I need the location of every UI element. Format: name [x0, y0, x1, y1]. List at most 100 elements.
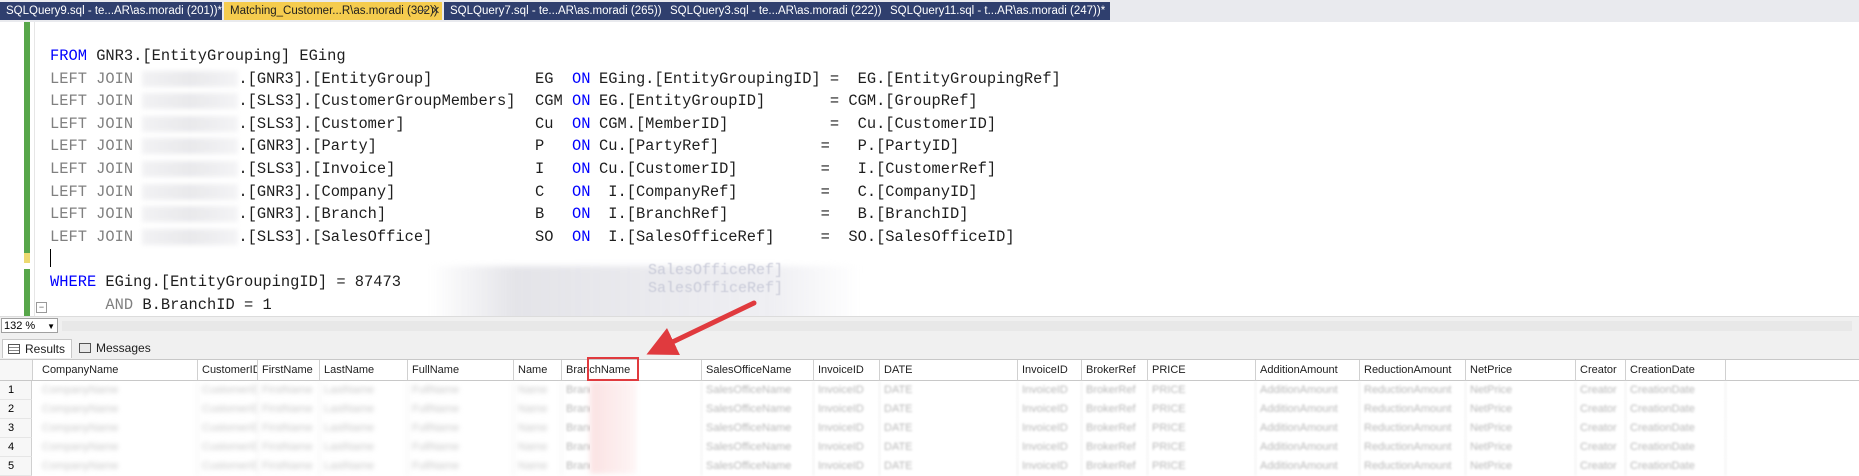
- table-cell[interactable]: InvoiceID: [1018, 400, 1082, 419]
- table-cell[interactable]: InvoiceID: [814, 457, 880, 476]
- table-cell[interactable]: InvoiceID: [1018, 438, 1082, 457]
- chevron-down-icon[interactable]: ▼: [47, 319, 55, 334]
- row-number[interactable]: 2: [0, 400, 32, 419]
- table-cell[interactable]: FirstName: [258, 419, 320, 438]
- table-cell[interactable]: PRICE: [1148, 381, 1256, 400]
- table-cell[interactable]: DATE: [880, 419, 1018, 438]
- table-cell[interactable]: SalesOfficeName: [702, 457, 814, 476]
- table-cell[interactable]: PRICE: [1148, 457, 1256, 476]
- results-grid[interactable]: CompanyName CustomerID FirstName LastName Fu…: [0, 360, 1859, 476]
- row-number[interactable]: 1: [0, 381, 32, 400]
- table-cell[interactable]: CustomerID: [198, 457, 258, 476]
- table-cell[interactable]: FirstName: [258, 400, 320, 419]
- table-cell[interactable]: CreationDate: [1626, 381, 1726, 400]
- table-cell[interactable]: PRICE: [1148, 438, 1256, 457]
- table-cell[interactable]: NetPrice: [1466, 438, 1576, 457]
- table-cell[interactable]: AdditionAmount: [1256, 457, 1360, 476]
- table-cell[interactable]: NetPrice: [1466, 419, 1576, 438]
- table-cell[interactable]: BrokerRef: [1082, 381, 1148, 400]
- column-header[interactable]: BrokerRef: [1082, 360, 1148, 380]
- query-editor[interactable]: SalesOfficeRef] SalesOfficeRef] FROM GNR…: [0, 22, 1859, 328]
- table-cell[interactable]: InvoiceID: [1018, 419, 1082, 438]
- zoom-dropdown[interactable]: 132 % ▼: [1, 318, 58, 333]
- column-header[interactable]: FirstName: [258, 360, 320, 380]
- table-cell[interactable]: CustomerID: [198, 419, 258, 438]
- table-cell[interactable]: Name: [514, 419, 562, 438]
- table-cell[interactable]: DATE: [880, 381, 1018, 400]
- table-cell[interactable]: Name: [514, 438, 562, 457]
- column-header[interactable]: LastName: [320, 360, 408, 380]
- table-cell[interactable]: FirstName: [258, 381, 320, 400]
- row-number[interactable]: 4: [0, 438, 32, 457]
- table-cell[interactable]: InvoiceID: [814, 381, 880, 400]
- column-header[interactable]: FullName: [408, 360, 514, 380]
- table-cell[interactable]: CompanyName: [38, 381, 198, 400]
- column-header[interactable]: InvoiceID: [1018, 360, 1082, 380]
- table-cell[interactable]: AdditionAmount: [1256, 381, 1360, 400]
- table-cell[interactable]: InvoiceID: [1018, 457, 1082, 476]
- table-cell[interactable]: CompanyName: [38, 419, 198, 438]
- tab-matching-customer[interactable]: Matching_Customer...R\as.moradi (302)) ⊸…: [224, 2, 442, 20]
- column-header[interactable]: Name: [514, 360, 562, 380]
- table-cell[interactable]: DATE: [880, 400, 1018, 419]
- pin-icon[interactable]: ⊸: [418, 2, 427, 20]
- table-cell[interactable]: Creator: [1576, 419, 1626, 438]
- column-header[interactable]: CustomerID: [198, 360, 258, 380]
- table-cell[interactable]: CompanyName: [38, 400, 198, 419]
- table-cell[interactable]: InvoiceID: [814, 419, 880, 438]
- column-header[interactable]: Creator: [1576, 360, 1626, 380]
- tab-sqlquery7[interactable]: SQLQuery7.sql - te...AR\as.moradi (265)): [444, 2, 664, 20]
- column-header[interactable]: InvoiceID: [814, 360, 880, 380]
- table-cell[interactable]: PRICE: [1148, 419, 1256, 438]
- table-cell[interactable]: Name: [514, 381, 562, 400]
- table-cell[interactable]: ReductionAmount: [1360, 457, 1466, 476]
- table-cell[interactable]: ReductionAmount: [1360, 400, 1466, 419]
- tab-results[interactable]: Results: [2, 339, 72, 358]
- table-cell[interactable]: FullName: [408, 381, 514, 400]
- table-cell[interactable]: FirstName: [258, 438, 320, 457]
- column-header[interactable]: DATE: [880, 360, 1018, 380]
- table-cell[interactable]: BrokerRef: [1082, 400, 1148, 419]
- table-cell[interactable]: ReductionAmount: [1360, 381, 1466, 400]
- table-cell[interactable]: BrokerRef: [1082, 419, 1148, 438]
- column-header[interactable]: NetPrice: [1466, 360, 1576, 380]
- table-cell[interactable]: InvoiceID: [1018, 381, 1082, 400]
- collapse-icon[interactable]: −: [36, 302, 47, 313]
- table-cell[interactable]: InvoiceID: [814, 438, 880, 457]
- table-cell[interactable]: CreationDate: [1626, 438, 1726, 457]
- table-cell[interactable]: CustomerID: [198, 438, 258, 457]
- table-cell[interactable]: PRICE: [1148, 400, 1256, 419]
- table-cell[interactable]: FullName: [408, 419, 514, 438]
- table-cell[interactable]: InvoiceID: [814, 400, 880, 419]
- table-cell[interactable]: BrokerRef: [1082, 457, 1148, 476]
- table-cell[interactable]: CreationDate: [1626, 457, 1726, 476]
- table-cell[interactable]: ReductionAmount: [1360, 419, 1466, 438]
- table-cell[interactable]: FullName: [408, 457, 514, 476]
- table-cell[interactable]: CustomerID: [198, 400, 258, 419]
- tab-sqlquery11[interactable]: SQLQuery11.sql - t...AR\as.moradi (247))…: [884, 2, 1110, 20]
- table-cell[interactable]: Name: [514, 400, 562, 419]
- table-cell[interactable]: LastName: [320, 381, 408, 400]
- table-cell[interactable]: SalesOfficeName: [702, 438, 814, 457]
- table-cell[interactable]: CustomerID: [198, 381, 258, 400]
- tab-sqlquery9[interactable]: SQLQuery9.sql - te...AR\as.moradi (201))…: [0, 2, 222, 20]
- table-cell[interactable]: LastName: [320, 400, 408, 419]
- tab-messages[interactable]: Messages: [74, 339, 154, 358]
- table-cell[interactable]: FullName: [408, 438, 514, 457]
- table-cell[interactable]: CreationDate: [1626, 400, 1726, 419]
- table-cell[interactable]: Creator: [1576, 438, 1626, 457]
- table-cell[interactable]: CompanyName: [38, 457, 198, 476]
- column-header[interactable]: CompanyName: [38, 360, 198, 380]
- grid-corner[interactable]: [0, 360, 33, 380]
- table-cell[interactable]: NetPrice: [1466, 400, 1576, 419]
- row-number[interactable]: 3: [0, 419, 32, 438]
- horizontal-scrollbar[interactable]: [62, 321, 1852, 331]
- table-cell[interactable]: FullName: [408, 400, 514, 419]
- table-cell[interactable]: DATE: [880, 457, 1018, 476]
- table-cell[interactable]: Creator: [1576, 381, 1626, 400]
- column-header[interactable]: PRICE: [1148, 360, 1256, 380]
- table-cell[interactable]: Name: [514, 457, 562, 476]
- table-cell[interactable]: DATE: [880, 438, 1018, 457]
- table-cell[interactable]: LastName: [320, 457, 408, 476]
- table-cell[interactable]: SalesOfficeName: [702, 400, 814, 419]
